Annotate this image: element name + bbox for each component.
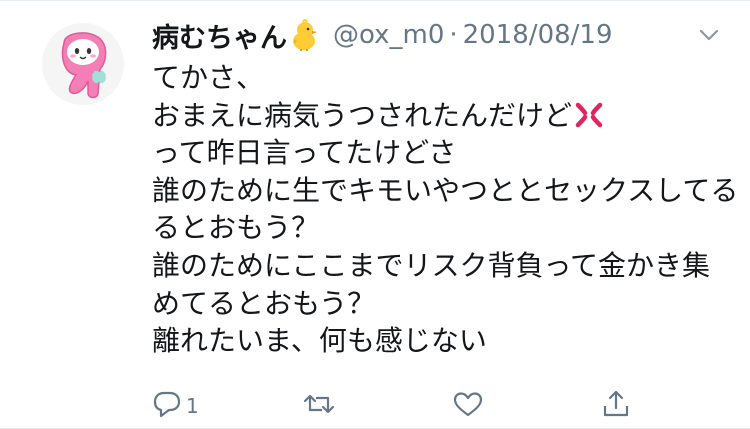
tweet-text: てかさ、 おまえに病気うつされたんだけど って昨日言ってたけどさ 誰のために生で… — [152, 59, 739, 360]
tweet-line: 誰のために生でキモいやつととセックスしてる — [152, 173, 739, 207]
tweet-header: 病むちゃん @ox_m0 · 2018/08/19 — [152, 15, 742, 55]
tweet-line: って昨日言ってたけどさ — [152, 136, 457, 170]
reply-button[interactable]: 1 — [152, 390, 199, 422]
retweet-icon — [302, 390, 336, 422]
share-button[interactable] — [602, 390, 630, 422]
tweet-line: るとおもう？ — [152, 211, 320, 245]
chevron-down-icon[interactable] — [698, 27, 720, 43]
tweet-line: 離れたいま、何も感じない — [152, 324, 487, 358]
tweet-line: 誰のためにここまでリスク背負って金かき集 — [152, 248, 711, 282]
reply-count: 1 — [186, 394, 199, 418]
like-icon — [452, 390, 484, 422]
reply-icon — [152, 390, 182, 422]
tweet-line: てかさ、 — [152, 61, 265, 94]
separator-dot: · — [449, 20, 458, 50]
like-button[interactable] — [452, 390, 484, 422]
user-handle[interactable]: @ox_m0 — [333, 20, 444, 50]
tweet-line: めてるとおもう？ — [152, 286, 376, 320]
chick-emoji-icon — [289, 19, 319, 51]
display-name[interactable]: 病むちゃん — [152, 16, 287, 55]
share-icon — [602, 389, 630, 423]
tweet-line-text: おまえに病気うつされたんだけど — [152, 98, 573, 132]
anger-symbol-icon — [574, 101, 604, 129]
tweet-line: おまえに病気うつされたんだけど — [152, 97, 732, 135]
tweet-card[interactable]: 病むちゃん @ox_m0 · 2018/08/19 てかさ、 おまえに病気うつさ… — [0, 0, 750, 429]
avatar[interactable] — [42, 23, 124, 105]
tweet-actions: 1 — [0, 386, 750, 426]
retweet-button[interactable] — [302, 390, 336, 422]
tweet-date[interactable]: 2018/08/19 — [463, 20, 613, 50]
